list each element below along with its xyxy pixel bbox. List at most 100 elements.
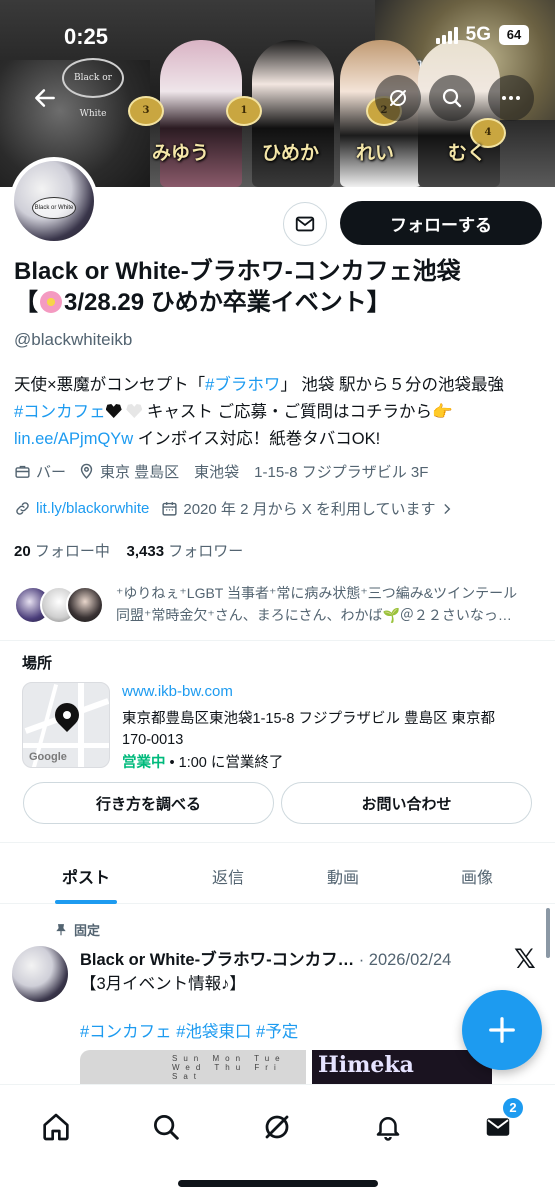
directions-button[interactable]: 行き方を調べる [23, 782, 274, 824]
pointing-hand-icon: 👉 [431, 403, 453, 421]
post-date: · 2026/02/24 [358, 951, 452, 969]
status-indicators: 5G 64 [435, 24, 529, 46]
signal-icon [435, 26, 458, 44]
calendar-header: Sun Mon Tue Wed Thu Fri Sat [172, 1054, 286, 1081]
hashtag-link[interactable]: #コンカフェ [14, 403, 106, 421]
rank-badge: 3 [128, 96, 164, 126]
search-icon [442, 88, 462, 108]
post-text: 【3月イベント情報♪】 [80, 975, 246, 993]
joined-date[interactable]: 2020 年 2 月から X を利用しています [161, 498, 454, 519]
media-caption: Himeka [318, 1052, 414, 1078]
pinned-label: 固定 [54, 920, 100, 939]
flower-emoji-icon [40, 291, 62, 313]
calendar-icon [162, 502, 177, 516]
nav-home[interactable] [26, 1097, 86, 1157]
post-author-avatar[interactable] [12, 946, 68, 1002]
follow-stats: 20 フォロー中 3,433 フォロワー [14, 540, 243, 561]
cast-name: むく [448, 142, 487, 164]
battery-icon: 64 [499, 25, 529, 45]
joined-text: 2020 年 2 月から X を利用しています [183, 501, 436, 518]
location-pin-icon [80, 463, 93, 479]
messages-badge: 2 [502, 1097, 524, 1119]
search-button[interactable] [429, 75, 475, 121]
post-media-calendar[interactable]: Sun Mon Tue Wed Thu Fri Sat [80, 1050, 306, 1084]
profile-avatar[interactable]: Black or White [10, 157, 98, 245]
followers-link[interactable]: 3,433 フォロワー [127, 543, 244, 560]
mail-icon [295, 216, 315, 232]
briefcase-icon [15, 465, 30, 478]
place-website[interactable]: www.ikb-bw.com [122, 683, 233, 700]
website-link[interactable]: lit.ly/blackorwhite [14, 500, 149, 517]
banner-logo: Black or White [62, 58, 124, 119]
post-media-photo[interactable]: Himeka [312, 1050, 492, 1084]
network-label: 5G [465, 24, 491, 45]
divider [0, 842, 555, 843]
white-heart-icon [126, 404, 143, 418]
profile-meta-row-2: lit.ly/blackorwhite 2020 年 2 月から X を利用して… [14, 498, 466, 519]
divider [0, 640, 555, 641]
follower-avatar [66, 586, 104, 624]
tab-videos[interactable]: 動画 [284, 848, 402, 904]
post-header: Black or White-ブラホワ-コンカフ… · 2026/02/24 [80, 946, 500, 970]
avatar-logo: Black or White [32, 197, 76, 219]
active-tab-indicator [55, 900, 117, 904]
display-name-line2: 【3/28.29 ひめか卒業イベント】 [14, 289, 391, 316]
bio-link[interactable]: lin.ee/APjmQYw [14, 430, 133, 448]
profile-display-name: Black or White-ブラホワ-コンカフェ池袋 【3/28.29 ひめか… [14, 256, 544, 318]
tab-replies[interactable]: 返信 [172, 848, 284, 904]
more-icon [502, 96, 520, 100]
contact-button[interactable]: お問い合わせ [281, 782, 532, 824]
black-heart-icon [105, 404, 122, 418]
nav-grok[interactable] [247, 1097, 307, 1157]
rank-badge: 1 [226, 96, 262, 126]
hashtag-link[interactable]: #ブラホワ [205, 376, 280, 394]
open-status: 営業中 [122, 755, 166, 771]
x-logo-icon: 𝕏 [514, 944, 536, 975]
following-link[interactable]: 20 フォロー中 [14, 543, 110, 560]
bell-icon [376, 1117, 400, 1141]
website-url[interactable]: lit.ly/blackorwhite [36, 500, 149, 517]
follow-button[interactable]: フォローする [340, 201, 542, 245]
message-button[interactable] [283, 202, 327, 246]
nav-notifications[interactable] [358, 1097, 418, 1157]
profile-location: 東京 豊島区 東池袋 1-15-8 フジプラザビル 3F [100, 464, 429, 481]
status-time: 0:25 [64, 24, 109, 49]
cast-name: みゆう [152, 142, 210, 164]
profile-tabs: ポスト 返信 動画 画像 [0, 848, 555, 904]
profile-meta-row-1: バー 東京 豊島区 東池袋 1-15-8 フジプラザビル 3F [14, 461, 440, 482]
post-author-name[interactable]: Black or White-ブラホワ-コンカフ… [80, 951, 354, 969]
cast-name: ひめか [262, 142, 320, 164]
post-hashtags[interactable]: #コンカフェ #池袋東口 #予定 [80, 1018, 298, 1042]
nav-messages[interactable]: 2 [468, 1097, 528, 1157]
profile-category: バー [36, 464, 67, 481]
tab-posts[interactable]: ポスト [0, 848, 172, 904]
location-map[interactable]: Google [22, 682, 110, 768]
cast-name: れい [356, 142, 395, 164]
grok-icon [390, 90, 406, 106]
home-indicator[interactable] [178, 1180, 378, 1187]
place-title: 場所 [22, 655, 53, 672]
place-address: 東京都豊島区東池袋1-15-8 フジプラザビル 豊島区 東京都 170-0013 [122, 711, 495, 748]
arrow-left-icon [35, 89, 55, 107]
display-name-line1: Black or White-ブラホワ-コンカフェ池袋 [14, 258, 461, 285]
compose-post-button[interactable] [462, 990, 542, 1070]
chevron-right-icon [445, 503, 451, 514]
place-hours: 営業中 • 1:00 に営業終了 [122, 755, 284, 771]
profile-handle: @blackwhiteikb [14, 330, 133, 349]
link-icon [16, 502, 29, 515]
grok-button[interactable] [375, 75, 421, 121]
tab-media[interactable]: 画像 [402, 848, 552, 904]
followed-by-preview[interactable]: ⁺ゆりねぇ⁺LGBT 当事者⁺常に病み状態⁺三つ編み&ツインテール 同盟⁺常時金… [14, 582, 544, 626]
nav-search[interactable] [136, 1097, 196, 1157]
home-icon [43, 1113, 69, 1141]
grok-icon [265, 1115, 289, 1139]
followed-by-text: ⁺ゆりねぇ⁺LGBT 当事者⁺常に病み状態⁺三つ編み&ツインテール 同盟⁺常時金… [116, 585, 518, 623]
scrollbar[interactable] [546, 908, 550, 958]
more-button[interactable] [488, 75, 534, 121]
plus-icon [489, 1017, 515, 1043]
profile-bio: 天使×悪魔がコンセプト「#ブラホワ」 池袋 駅から５分の池袋最強 #コンカフェ … [14, 376, 504, 448]
back-button[interactable] [22, 75, 68, 121]
search-icon [154, 1115, 179, 1140]
google-logo: Google [29, 751, 67, 763]
pin-icon [56, 923, 66, 935]
